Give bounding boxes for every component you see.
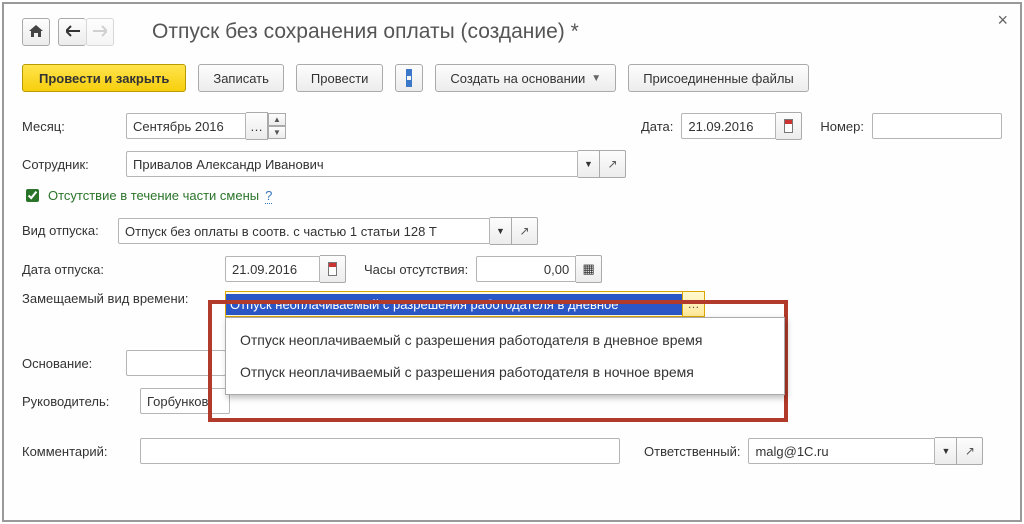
number-label: Номер: xyxy=(820,119,864,134)
calendar-icon xyxy=(328,262,337,276)
absence-partial-label: Отсутствие в течение части смены xyxy=(48,188,259,203)
date-label: Дата: xyxy=(641,119,673,134)
responsible-dropdown[interactable]: ▼ xyxy=(935,437,957,465)
comment-label: Комментарий: xyxy=(22,444,132,459)
attached-files-button[interactable]: Присоединенные файлы xyxy=(628,64,809,92)
responsible-label: Ответственный: xyxy=(644,444,740,459)
arrow-right-icon xyxy=(93,25,107,40)
open-icon xyxy=(519,224,529,238)
employee-input[interactable]: Привалов Александр Иванович xyxy=(126,151,578,177)
leave-type-open[interactable] xyxy=(512,217,538,245)
responsible-open[interactable] xyxy=(957,437,983,465)
absence-hours-calc[interactable]: ▦ xyxy=(576,255,602,283)
forward-button[interactable] xyxy=(86,18,114,46)
chevron-down-icon: ▼ xyxy=(268,126,286,139)
dropdown-option[interactable]: Отпуск неоплачиваемый с разрешения работ… xyxy=(226,356,784,388)
page-title: Отпуск без сохранения оплаты (создание) … xyxy=(152,20,579,44)
responsible-input[interactable]: malg@1C.ru xyxy=(748,438,935,464)
row-leave-type: Вид отпуска: Отпуск без оплаты в соотв. … xyxy=(22,215,1002,247)
leave-date-group: 21.09.2016 xyxy=(225,255,346,283)
document-window: × Отпуск без сохранения оплаты (создание… xyxy=(2,2,1022,522)
calendar-icon xyxy=(784,119,793,133)
record-button[interactable]: Записать xyxy=(198,64,284,92)
chevron-down-icon: ▼ xyxy=(591,73,601,84)
leave-date-input[interactable]: 21.09.2016 xyxy=(225,256,320,282)
nav-buttons xyxy=(58,18,114,46)
list-icon xyxy=(407,76,411,80)
calculator-icon: ▦ xyxy=(583,261,595,277)
responsible-group: malg@1C.ru ▼ xyxy=(748,437,983,465)
row-replaced-time: Замещаемый вид времени: Отпуск неоплачив… xyxy=(22,291,1002,323)
post-button[interactable]: Провести xyxy=(296,64,384,92)
titlebar: Отпуск без сохранения оплаты (создание) … xyxy=(22,14,1002,50)
number-input[interactable] xyxy=(872,113,1002,139)
absence-partial-checkbox[interactable]: Отсутствие в течение части смены ? xyxy=(22,186,272,205)
date-input[interactable]: 21.09.2016 xyxy=(681,113,776,139)
row-employee: Сотрудник: Привалов Александр Иванович ▼ xyxy=(22,148,1002,180)
open-icon xyxy=(965,444,975,458)
employee-label: Сотрудник: xyxy=(22,157,118,172)
replaced-time-label: Замещаемый вид времени: xyxy=(22,291,217,308)
leave-type-input[interactable]: Отпуск без оплаты в соотв. с частью 1 ст… xyxy=(118,218,490,244)
replaced-time-options: Отпуск неоплачиваемый с разрешения работ… xyxy=(225,317,785,395)
home-button[interactable] xyxy=(22,18,50,46)
month-group: Сентябрь 2016 … ▲ ▼ xyxy=(126,112,286,140)
structure-button[interactable] xyxy=(395,64,423,92)
leave-type-group: Отпуск без оплаты в соотв. с частью 1 ст… xyxy=(118,217,538,245)
home-icon xyxy=(28,24,44,41)
row-comment: Комментарий: Ответственный: malg@1C.ru ▼ xyxy=(22,435,1002,467)
absence-hours-input[interactable]: 0,00 xyxy=(476,256,576,282)
back-button[interactable] xyxy=(58,18,86,46)
manager-input[interactable]: Горбунков xyxy=(140,388,230,414)
leave-type-label: Вид отпуска: xyxy=(22,223,110,239)
chevron-down-icon: ▼ xyxy=(942,446,951,456)
help-icon[interactable]: ? xyxy=(265,188,272,204)
employee-open[interactable] xyxy=(600,150,626,178)
row-leave-date: Дата отпуска: 21.09.2016 Часы отсутствия… xyxy=(22,253,1002,285)
create-based-button[interactable]: Создать на основании ▼ xyxy=(435,64,616,92)
save-close-button[interactable]: Провести и закрыть xyxy=(22,64,186,92)
basis-label: Основание: xyxy=(22,356,118,371)
replaced-time-dropdown[interactable]: Отпуск неоплачиваемый с разрешения работ… xyxy=(225,291,705,317)
basis-input[interactable] xyxy=(126,350,226,376)
open-icon xyxy=(607,157,617,171)
replaced-time-selected: Отпуск неоплачиваемый с разрешения работ… xyxy=(226,294,682,315)
chevron-down-icon: ▼ xyxy=(584,159,593,169)
month-label: Месяц: xyxy=(22,119,118,134)
date-group: 21.09.2016 xyxy=(681,112,802,140)
month-input[interactable]: Сентябрь 2016 xyxy=(126,113,246,139)
absence-hours-group: 0,00 ▦ xyxy=(476,255,602,283)
toolbar: Провести и закрыть Записать Провести Соз… xyxy=(22,50,1002,110)
absence-hours-label: Часы отсутствия: xyxy=(364,262,468,277)
replaced-time-input[interactable]: Отпуск неоплачиваемый с разрешения работ… xyxy=(225,291,705,317)
comment-input[interactable] xyxy=(140,438,620,464)
row-month-date: Месяц: Сентябрь 2016 … ▲ ▼ Дата: 21.09.2… xyxy=(22,110,1002,142)
leave-date-cal[interactable] xyxy=(320,255,346,283)
replaced-time-ellipsis[interactable]: … xyxy=(682,292,704,316)
leave-date-label: Дата отпуска: xyxy=(22,262,217,277)
month-ellipsis[interactable]: … xyxy=(246,112,268,140)
dropdown-option[interactable]: Отпуск неоплачиваемый с разрешения работ… xyxy=(226,324,784,356)
employee-dropdown[interactable]: ▼ xyxy=(578,150,600,178)
date-cal-button[interactable] xyxy=(776,112,802,140)
employee-group: Привалов Александр Иванович ▼ xyxy=(126,150,626,178)
chevron-down-icon: ▼ xyxy=(496,226,505,236)
manager-label: Руководитель: xyxy=(22,394,132,409)
chevron-up-icon: ▲ xyxy=(268,113,286,126)
leave-type-dropdown[interactable]: ▼ xyxy=(490,217,512,245)
create-based-label: Создать на основании xyxy=(450,71,585,86)
close-icon[interactable]: × xyxy=(997,10,1008,31)
month-stepper[interactable]: ▲ ▼ xyxy=(268,113,286,139)
arrow-left-icon xyxy=(66,25,80,40)
absence-checkbox-input[interactable] xyxy=(26,189,39,202)
